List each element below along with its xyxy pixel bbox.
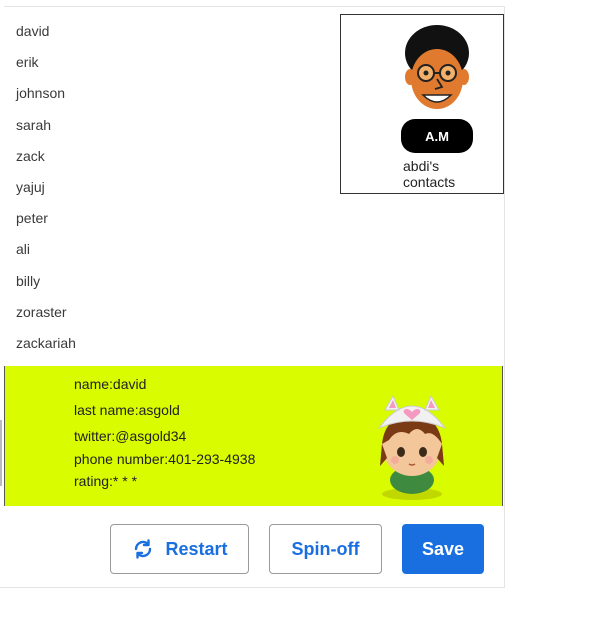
profile-badge-text: A.M bbox=[425, 129, 449, 144]
detail-phone: phone number:401-293-4938 bbox=[74, 451, 256, 467]
contact-list-item[interactable]: sarah bbox=[16, 110, 76, 141]
contact-list-item[interactable]: billy bbox=[16, 266, 76, 297]
profile-caption: abdi's contacts bbox=[403, 158, 455, 190]
contact-list-item[interactable]: erik bbox=[16, 47, 76, 78]
contact-list-item[interactable]: peter bbox=[16, 203, 76, 234]
detail-twitter: twitter:@asgold34 bbox=[74, 428, 187, 444]
contact-detail-panel: name:david last name:asgold twitter:@asg… bbox=[4, 366, 503, 506]
profile-avatar: A.M bbox=[401, 25, 473, 153]
refresh-icon bbox=[135, 539, 152, 559]
scroll-marker bbox=[0, 420, 2, 486]
profile-caption-line2: contacts bbox=[403, 174, 456, 190]
detail-name: name:david bbox=[74, 376, 147, 392]
spin-off-label: Spin-off bbox=[291, 538, 360, 559]
save-button[interactable]: Save bbox=[402, 524, 484, 574]
contact-list-item[interactable]: zack bbox=[16, 141, 76, 172]
restart-button[interactable]: Restart bbox=[110, 524, 249, 574]
contact-list-item[interactable]: yajuj bbox=[16, 172, 76, 203]
restart-label: Restart bbox=[165, 538, 228, 559]
contact-list: david erik johnson sarah zack yajuj peter ali bi… bbox=[16, 16, 76, 359]
contact-list-item[interactable]: david bbox=[16, 16, 76, 47]
contact-list-item[interactable]: zackariah bbox=[16, 328, 76, 359]
profile-caption-line1: abdi's bbox=[403, 158, 440, 174]
contact-list-item[interactable]: zoraster bbox=[16, 297, 76, 328]
spin-off-button[interactable]: Spin-off bbox=[269, 524, 382, 574]
save-label: Save bbox=[421, 538, 465, 559]
detail-last-name: last name:asgold bbox=[74, 402, 180, 418]
contact-list-item[interactable]: ali bbox=[16, 234, 76, 265]
detail-rating: rating:* * * bbox=[74, 473, 138, 489]
profile-card: A.M abdi's contacts bbox=[340, 14, 504, 194]
contact-avatar bbox=[377, 394, 447, 500]
contact-list-item[interactable]: johnson bbox=[16, 78, 76, 109]
